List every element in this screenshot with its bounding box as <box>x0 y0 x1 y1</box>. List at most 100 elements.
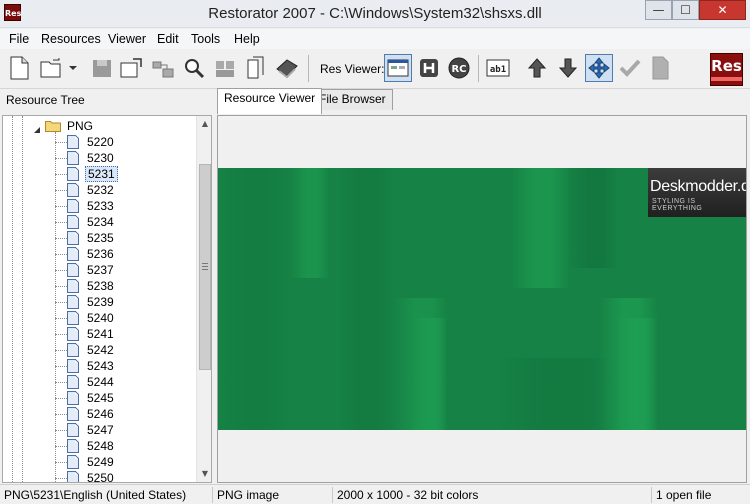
scroll-thumb[interactable] <box>199 164 211 370</box>
maximize-button[interactable]: ☐ <box>672 0 699 20</box>
tree-item-5230[interactable]: 5230 <box>67 150 187 166</box>
tree-item-label: 5234 <box>87 215 114 229</box>
image-canvas[interactable]: Deskmodder.de STYLING IS EVERYTHING <box>218 120 746 482</box>
tree-item-label: 5247 <box>87 423 114 437</box>
copy-pages-icon[interactable] <box>243 55 269 81</box>
tree-item-5244[interactable]: 5244 <box>67 374 187 390</box>
watermark-title: Deskmodder.de <box>650 178 746 195</box>
tree-item-label: 5246 <box>87 407 114 421</box>
tree-item-5234[interactable]: 5234 <box>67 214 187 230</box>
collapse-icon[interactable] <box>33 122 41 133</box>
document-icon <box>67 343 79 357</box>
document-icon <box>67 471 79 482</box>
tree-item-label: 5237 <box>87 263 114 277</box>
minimize-button[interactable]: — <box>645 0 672 20</box>
save-icon[interactable] <box>89 55 115 81</box>
tree-item-label: 5241 <box>87 327 114 341</box>
tree-branch-line <box>55 350 67 351</box>
tree-branch-line <box>55 318 67 319</box>
status-type: PNG image <box>212 487 330 503</box>
tree-item-5240[interactable]: 5240 <box>67 310 187 326</box>
tree-item-5237[interactable]: 5237 <box>67 262 187 278</box>
view-hex-icon[interactable] <box>416 55 442 81</box>
tree-branch-line <box>55 478 67 479</box>
tree-item-5220[interactable]: 5220 <box>67 134 187 150</box>
tree-item-label: 5230 <box>87 151 114 165</box>
document-icon <box>67 183 79 197</box>
tree-item-5243[interactable]: 5243 <box>67 358 187 374</box>
tree-folder-png[interactable]: PNG <box>33 118 173 134</box>
tab-file-browser[interactable]: File Browser <box>312 89 393 110</box>
open-dropdown-icon[interactable] <box>66 55 80 81</box>
document-icon <box>67 295 79 309</box>
tree-item-5232[interactable]: 5232 <box>67 182 187 198</box>
tree-branch-line <box>55 222 67 223</box>
document-icon[interactable] <box>647 55 673 81</box>
open-file-icon[interactable] <box>38 55 64 81</box>
menu-help[interactable]: Help <box>231 29 263 49</box>
close-button[interactable]: ✕ <box>699 0 746 20</box>
status-bar: PNG\5231\English (United States) PNG ima… <box>0 484 750 504</box>
menu-resources[interactable]: Resources <box>38 29 104 49</box>
image-stripe <box>598 298 658 430</box>
tab-resource-viewer[interactable]: Resource Viewer <box>217 88 323 114</box>
tree-item-label: 5236 <box>87 247 114 261</box>
tree-item-5235[interactable]: 5235 <box>67 230 187 246</box>
tree-branch-line <box>55 238 67 239</box>
tree-branch-line <box>55 142 67 143</box>
move-up-icon[interactable] <box>524 55 550 81</box>
tree-item-label: 5242 <box>87 343 114 357</box>
move-down-icon[interactable] <box>555 55 581 81</box>
find-icon[interactable] <box>181 55 207 81</box>
scroll-up-icon[interactable]: ▲ <box>197 116 211 132</box>
tree-item-5239[interactable]: 5239 <box>67 294 187 310</box>
folder-icon <box>45 120 61 132</box>
tree-item-5241[interactable]: 5241 <box>67 326 187 342</box>
logo-text: Res <box>711 57 742 75</box>
tree-item-label: 5244 <box>87 375 114 389</box>
document-icon <box>67 439 79 453</box>
resource-tree[interactable]: PNG 5220 5230 5231 5232 5233 5234 5235 5236 5237 5… <box>2 115 212 483</box>
tree-item-5248[interactable]: 5248 <box>67 438 187 454</box>
image-stripe <box>510 168 570 288</box>
document-icon <box>67 327 79 341</box>
tree-item-5231[interactable]: 5231 <box>67 166 187 182</box>
document-icon <box>67 151 79 165</box>
tree-scrollbar[interactable]: ▲ ▼ <box>196 116 211 482</box>
new-file-icon[interactable] <box>6 55 32 81</box>
tree-guide-line <box>12 116 13 482</box>
menu-file[interactable]: File <box>6 29 32 49</box>
tree-item-5233[interactable]: 5233 <box>67 198 187 214</box>
document-icon <box>67 311 79 325</box>
res-viewer-label: Res Viewer: <box>320 62 385 76</box>
tree-item-5242[interactable]: 5242 <box>67 342 187 358</box>
tree-folder-label: PNG <box>67 119 94 133</box>
menu-tools[interactable]: Tools <box>188 29 223 49</box>
tree-item-5246[interactable]: 5246 <box>67 406 187 422</box>
toolbar-separator <box>308 55 309 82</box>
tree-item-5238[interactable]: 5238 <box>67 278 187 294</box>
tree-item-label: 5220 <box>87 135 114 149</box>
tree-item-5245[interactable]: 5245 <box>67 390 187 406</box>
image-stripe <box>568 168 618 268</box>
tree-item-5249[interactable]: 5249 <box>67 454 187 470</box>
resource-book-icon[interactable] <box>274 55 300 81</box>
view-rc-icon[interactable]: RC <box>446 55 472 81</box>
view-ui-icon[interactable] <box>384 54 412 82</box>
menu-edit[interactable]: Edit <box>154 29 182 49</box>
tree-item-5236[interactable]: 5236 <box>67 246 187 262</box>
tree-item-label: 5240 <box>87 311 114 325</box>
tree-item-label: 5233 <box>87 199 114 213</box>
check-icon[interactable] <box>617 55 643 81</box>
move-icon[interactable] <box>150 55 176 81</box>
tree-guide-line <box>22 116 23 482</box>
tree-item-label: 5248 <box>87 439 114 453</box>
center-view-icon[interactable] <box>585 54 613 82</box>
view-binary-icon[interactable]: ab1 <box>485 55 511 81</box>
copy-block-icon[interactable] <box>212 55 238 81</box>
export-icon[interactable] <box>118 55 144 81</box>
tree-item-5250[interactable]: 5250 <box>67 470 187 482</box>
menu-viewer[interactable]: Viewer <box>105 29 149 49</box>
tree-item-5247[interactable]: 5247 <box>67 422 187 438</box>
scroll-down-icon[interactable]: ▼ <box>197 466 211 482</box>
